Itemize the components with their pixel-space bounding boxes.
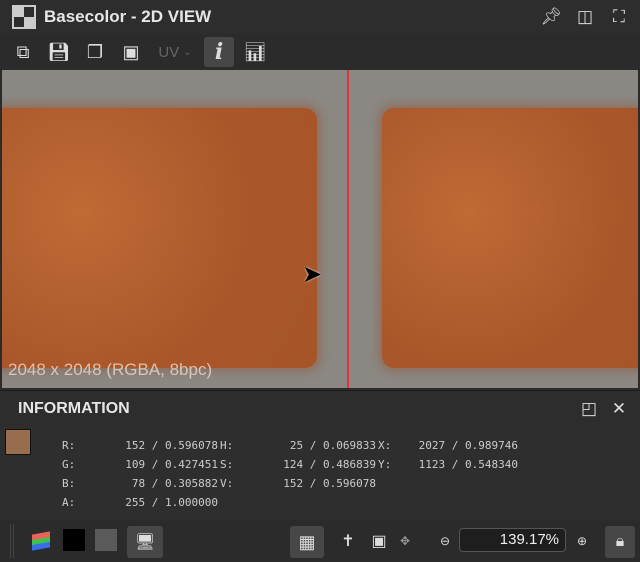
actual-size-icon[interactable]: ✥ <box>390 526 420 556</box>
value: 1123 / 0.548340 <box>418 458 518 471</box>
hsv-values: H: 25 / 0.069833 S: 124 / 0.486839 V: 152 /… <box>220 436 376 493</box>
display-mode-icon[interactable]: 🖥︎ <box>127 526 163 558</box>
label: B: <box>62 477 76 490</box>
zoom-level-field[interactable]: 139.17% <box>459 528 566 552</box>
information-header: INFORMATION ◰ ✕ <box>0 390 640 426</box>
information-title: INFORMATION <box>18 399 130 417</box>
copy-view-icon[interactable]: ⧉ <box>8 37 38 67</box>
color-swatch <box>5 429 31 455</box>
drag-handle[interactable] <box>10 524 14 558</box>
value: 78 / 0.305882 <box>131 477 218 490</box>
value: 152 / 0.596078 <box>125 439 218 452</box>
duplicate-icon[interactable]: ❐ <box>80 37 110 67</box>
split-line[interactable] <box>347 70 349 388</box>
brick-left <box>2 108 317 368</box>
value: 255 / 1.000000 <box>125 496 218 509</box>
window-title: Basecolor - 2D VIEW <box>44 7 212 26</box>
fit-resolution-icon[interactable]: ✝ <box>333 526 363 556</box>
label: H: <box>220 439 234 452</box>
image-viewport[interactable]: ➤ 2048 x 2048 (RGBA, 8bpc) <box>2 70 638 388</box>
info-icon[interactable]: i <box>204 37 234 67</box>
toolbar: ⧉ 💾︎ ❐ ▣ UV ⌄ i 📊︎ <box>0 34 640 70</box>
label: G: <box>62 458 76 471</box>
black-background-swatch[interactable] <box>63 529 85 551</box>
histogram-icon[interactable]: 📊︎ <box>240 37 270 67</box>
label: A: <box>62 496 76 509</box>
title-bar: Basecolor - 2D VIEW 📌︎ ◫ ⛶ <box>0 0 640 34</box>
value: 124 / 0.486839 <box>283 458 376 471</box>
lock-icon[interactable]: 🔒︎ <box>605 526 635 558</box>
rgba-values: R: 152 / 0.596078 G: 109 / 0.427451 B: 78 /… <box>62 436 218 512</box>
tile-grid-icon[interactable]: ▦ <box>290 526 324 558</box>
uv-label: UV <box>158 43 180 61</box>
gray-background-swatch[interactable] <box>95 529 117 551</box>
label: S: <box>220 458 234 471</box>
label: V: <box>220 477 234 490</box>
float-panel-icon[interactable]: ◰ <box>578 398 600 420</box>
cursor-icon: ➤ <box>302 261 323 288</box>
image-dimensions: 2048 x 2048 (RGBA, 8bpc) <box>8 360 213 379</box>
label: R: <box>62 439 76 452</box>
label: Y: <box>378 458 392 471</box>
label: X: <box>378 439 392 452</box>
value: 109 / 0.427451 <box>125 458 218 471</box>
maximize-icon[interactable]: ⛶ <box>608 6 630 28</box>
value: 152 / 0.596078 <box>283 477 376 490</box>
save-icon[interactable]: 💾︎ <box>44 37 74 67</box>
layout-icon[interactable]: ◫ <box>574 6 596 28</box>
display-settings-icon[interactable]: ▣ <box>116 37 146 67</box>
2d-view-icon <box>12 5 36 29</box>
zoom-out-icon[interactable]: ⊖ <box>430 526 460 556</box>
value: 2027 / 0.989746 <box>418 439 518 452</box>
channels-icon[interactable] <box>26 526 56 556</box>
zoom-in-icon[interactable]: ⊕ <box>567 526 597 556</box>
value: 25 / 0.069833 <box>289 439 376 452</box>
uv-dropdown[interactable]: UV ⌄ <box>152 37 198 67</box>
xy-values: X: 2027 / 0.989746 Y: 1123 / 0.548340 <box>378 436 518 474</box>
pin-icon[interactable]: 📌︎ <box>540 6 562 28</box>
information-panel: R: 152 / 0.596078 G: 109 / 0.427451 B: 78 /… <box>0 426 640 520</box>
brick-right <box>382 108 638 368</box>
close-icon[interactable]: ✕ <box>608 398 630 420</box>
